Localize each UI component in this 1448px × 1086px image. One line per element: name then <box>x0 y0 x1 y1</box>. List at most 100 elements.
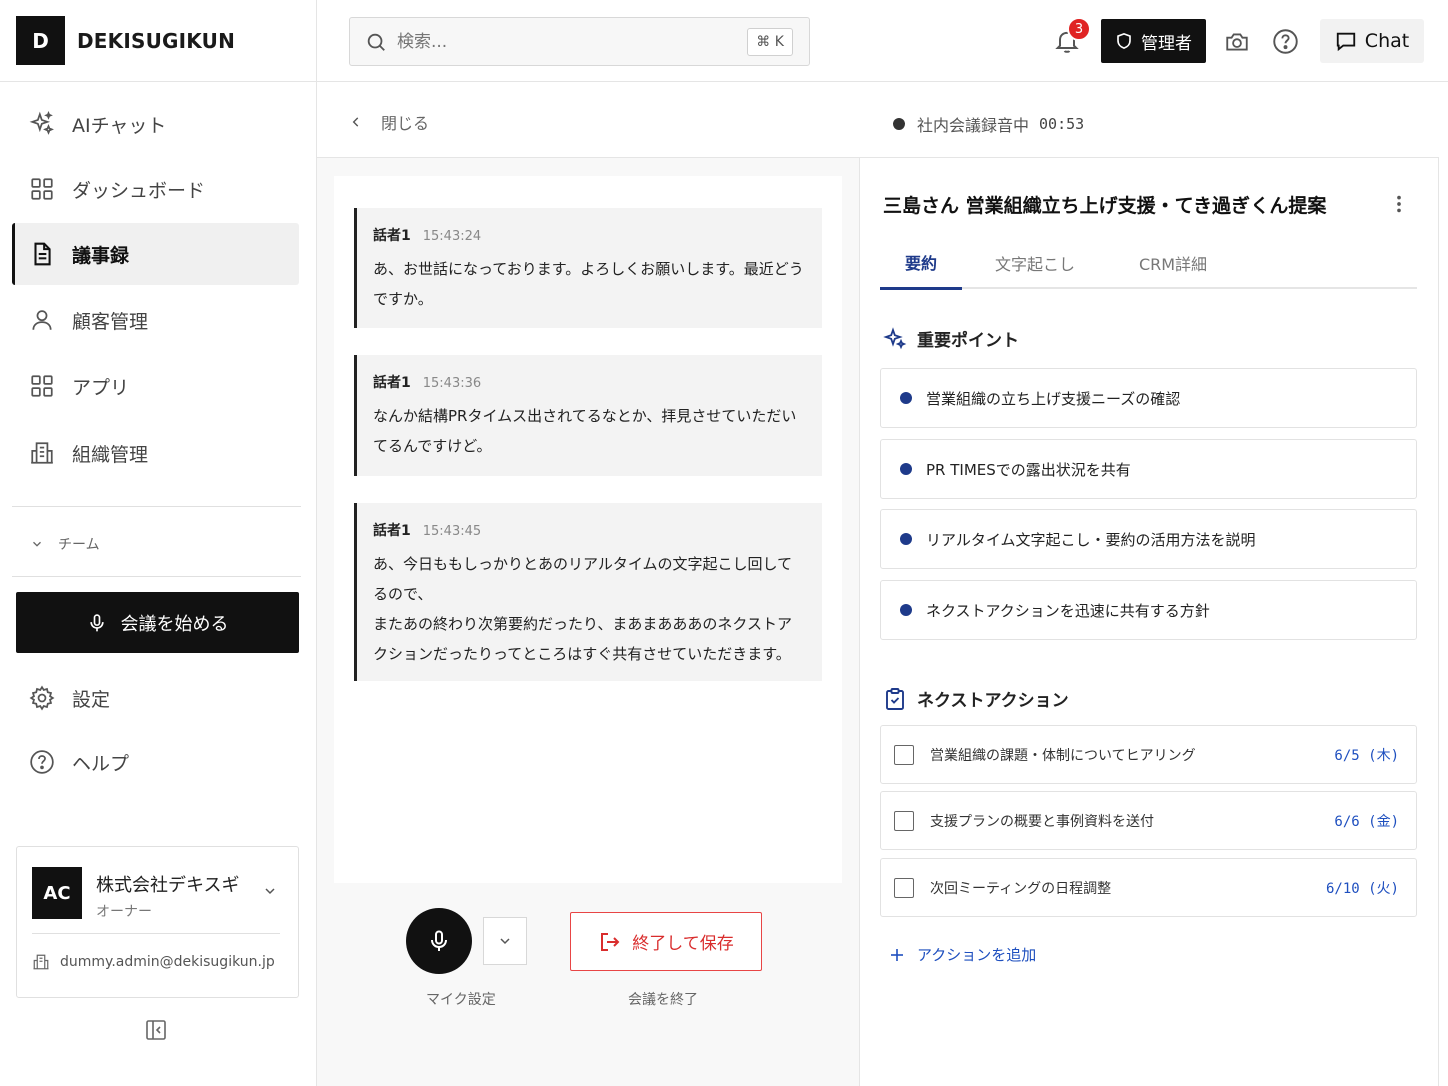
sidebar-item-label: 議事録 <box>72 244 130 267</box>
key-points-title: 重要ポイント <box>917 331 1019 351</box>
close-label: 閉じる <box>381 114 430 133</box>
organization-email: dummy.admin@dekisugikun.jp <box>32 953 275 971</box>
end-meeting-label: 会議を終了 <box>628 992 698 1008</box>
sidebar-item-label: ヘルプ <box>72 752 130 775</box>
microphone-icon <box>431 930 447 951</box>
brand-logo: D <box>16 16 65 65</box>
key-point-item: ネクストアクションを迅速に共有する方針 <box>880 580 1417 640</box>
sidebar-item-organization[interactable]: 組織管理 <box>12 422 299 484</box>
document-icon <box>34 242 51 266</box>
key-point-item: 営業組織の立ち上げ支援ニーズの確認 <box>880 368 1417 428</box>
sparkles-icon <box>29 111 54 135</box>
chevron-down-icon[interactable] <box>262 883 278 899</box>
start-meeting-button[interactable]: 会議を始める <box>16 592 299 653</box>
organization-card: AC 株式会社デキスギ オーナー dummy.admin@dekisugikun… <box>16 846 299 998</box>
sidebar-item-label: 組織管理 <box>72 443 149 466</box>
sidebar-divider <box>12 576 301 577</box>
shield-icon <box>1117 32 1131 49</box>
user-icon <box>32 310 52 330</box>
close-button[interactable]: 閉じる <box>349 110 429 134</box>
search-bar[interactable]: ⌘ K <box>349 17 810 66</box>
more-vertical-icon[interactable] <box>1388 191 1410 217</box>
utterance-text: あ、お世話になっております。よろしくお願いします。最近どうですか。 <box>373 260 804 308</box>
tab-summary[interactable]: 要約 <box>880 236 962 290</box>
sidebar: D DEKISUGIKUN AIチャット ダッシュボード 議事録 顧客管理 アプ… <box>0 0 317 1086</box>
sidebar-item-ai-chat[interactable]: AIチャット <box>12 93 299 155</box>
action-due-date: 6/5 (木) <box>1334 747 1399 764</box>
add-action-label: アクションを追加 <box>917 946 1037 964</box>
dashboard-icon <box>31 178 53 200</box>
end-and-save-label: 終了して保存 <box>632 934 734 954</box>
sparkles-icon <box>883 326 907 349</box>
sidebar-item-help[interactable]: ヘルプ <box>12 731 299 793</box>
recording-timer: 00:53 <box>1039 115 1085 133</box>
action-due-date: 6/6 (金) <box>1334 813 1399 830</box>
key-point-text: ネクストアクションを迅速に共有する方針 <box>926 601 1210 620</box>
action-checkbox[interactable] <box>894 810 914 831</box>
key-point-item: PR TIMESでの露出状況を共有 <box>880 439 1417 499</box>
sidebar-item-label: AIチャット <box>72 114 167 137</box>
sidebar-divider <box>12 506 301 507</box>
sidebar-item-dashboard[interactable]: ダッシュボード <box>12 158 299 220</box>
speaker-name: 話者1 <box>373 228 411 244</box>
sidebar-item-settings[interactable]: 設定 <box>12 667 299 729</box>
action-checkbox[interactable] <box>894 744 914 765</box>
key-point-text: リアルタイム文字起こし・要約の活用方法を説明 <box>926 530 1256 549</box>
key-point-text: PR TIMESでの露出状況を共有 <box>926 460 1131 479</box>
next-action-item: 支援プランの概要と事例資料を送付 6/6 (金) <box>880 791 1417 850</box>
sidebar-item-label: 顧客管理 <box>72 310 149 333</box>
add-action-button[interactable]: アクションを追加 <box>889 944 1036 965</box>
next-actions-heading: ネクストアクション <box>883 686 1069 711</box>
speaker-name: 話者1 <box>373 523 411 539</box>
next-actions-title: ネクストアクション <box>917 691 1069 711</box>
organization-name: 株式会社デキスギ <box>96 875 240 896</box>
transcript-item: 話者1 15:43:45 あ、今日ももしっかりとあのリアルタイムの文字起こし回して… <box>354 503 822 681</box>
bullet-dot <box>900 533 912 545</box>
admin-label: 管理者 <box>1141 33 1192 54</box>
recording-status: 社内会議録音中 00:53 <box>893 112 1084 136</box>
tab-crm[interactable]: CRM詳細 <box>1120 236 1226 289</box>
mic-settings-dropdown[interactable] <box>483 917 527 965</box>
plus-icon <box>891 948 903 961</box>
transcript-item: 話者1 15:43:36 なんか結構PRタイムス出されてるなとか、拝見させていただ… <box>354 355 822 476</box>
utterance-text: なんか結構PRタイムス出されてるなとか、拝見させていただいてるんですけど。 <box>373 407 797 455</box>
sidebar-item-minutes[interactable]: 議事録 <box>12 223 299 285</box>
sidebar-item-label: 設定 <box>72 688 111 711</box>
sidebar-item-label: ダッシュボード <box>72 179 206 202</box>
help-icon[interactable] <box>1272 28 1299 55</box>
recording-label: 社内会議録音中 <box>917 116 1030 135</box>
utterance-time: 15:43:45 <box>422 524 482 539</box>
avatar: AC <box>32 867 82 919</box>
end-and-save-button[interactable]: 終了して保存 <box>570 912 762 971</box>
microphone-icon <box>89 613 104 631</box>
panel-divider <box>1438 158 1439 1086</box>
bullet-dot <box>900 392 912 404</box>
organization-email-text: dummy.admin@dekisugikun.jp <box>60 954 275 970</box>
chat-bubble-icon <box>1336 32 1355 52</box>
utterance-time: 15:43:36 <box>422 376 482 391</box>
chat-button[interactable]: Chat <box>1320 19 1424 63</box>
tab-transcript[interactable]: 文字起こし <box>980 236 1090 289</box>
sidebar-item-apps[interactable]: アプリ <box>12 355 299 417</box>
key-point-text: 営業組織の立ち上げ支援ニーズの確認 <box>926 389 1181 408</box>
team-label: チーム <box>58 537 100 553</box>
mic-button[interactable] <box>406 908 472 974</box>
sidebar-collapse-icon[interactable] <box>144 1018 168 1042</box>
action-checkbox[interactable] <box>894 877 914 898</box>
search-input[interactable] <box>397 31 717 52</box>
search-icon <box>367 33 385 51</box>
clipboard-check-icon <box>886 687 904 710</box>
mic-settings-label: マイク設定 <box>426 992 496 1008</box>
admin-button[interactable]: 管理者 <box>1101 19 1206 63</box>
brand-name: DEKISUGIKUN <box>77 28 236 53</box>
team-toggle[interactable]: チーム <box>12 526 299 562</box>
bullet-dot <box>900 463 912 475</box>
meeting-tabs: 要約 文字起こし CRM詳細 <box>880 236 1417 290</box>
sidebar-item-customers[interactable]: 顧客管理 <box>12 289 299 351</box>
camera-icon[interactable] <box>1224 29 1250 55</box>
building-icon <box>31 442 53 464</box>
logout-icon <box>601 932 620 951</box>
next-action-item: 次回ミーティングの日程調整 6/10 (火) <box>880 858 1417 917</box>
action-text: 支援プランの概要と事例資料を送付 <box>930 813 1154 830</box>
header-divider <box>317 81 1448 82</box>
